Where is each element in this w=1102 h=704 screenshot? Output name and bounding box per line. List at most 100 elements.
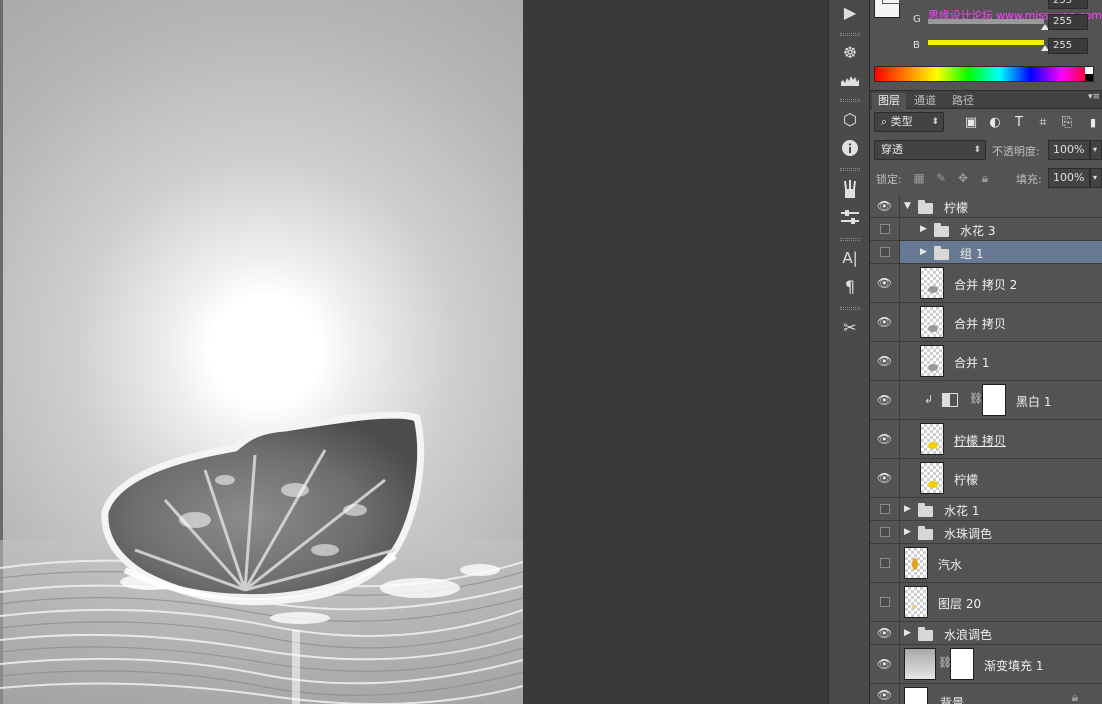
layer-row[interactable]: 👁︎ 合并 1 (870, 342, 1102, 381)
eye-icon[interactable]: 👁︎ (870, 381, 900, 419)
eye-icon[interactable]: 👁︎ (870, 303, 900, 341)
eye-icon[interactable]: 👁︎ (870, 342, 900, 380)
tab-layers[interactable]: 图层 (872, 93, 906, 109)
slider-b-value[interactable]: 255 (1048, 38, 1088, 54)
document-canvas[interactable] (0, 0, 523, 704)
visibility-off-box[interactable] (870, 218, 900, 240)
layer-row[interactable]: 👁︎ ↲ ⛓︎ 黑白 1 (870, 381, 1102, 420)
layer-name[interactable]: 水珠调色 (944, 525, 992, 542)
layer-thumbnail (920, 462, 944, 494)
fill-field[interactable]: 100% (1048, 168, 1090, 188)
layer-row-selected[interactable]: ▶ 组 1 (870, 241, 1102, 264)
layer-name[interactable]: 背景 (940, 694, 964, 704)
filter-toggle-icon[interactable]: ▮ (1084, 113, 1102, 131)
visibility-off-box[interactable] (870, 521, 900, 543)
expand-triangle-icon[interactable]: ▶ (904, 628, 911, 638)
lock-all-icon[interactable]: 🔒︎ (978, 171, 992, 185)
opacity-field[interactable]: 100% (1048, 140, 1090, 160)
background-color-swatch[interactable] (882, 0, 900, 4)
panel-grip[interactable] (840, 168, 860, 171)
layer-name[interactable]: 水浪调色 (944, 626, 992, 643)
filter-adjustment-icon[interactable]: ◐ (986, 113, 1004, 131)
layer-row[interactable]: 👁︎ ▼ 柠檬 (870, 195, 1102, 218)
eye-icon[interactable]: 👁︎ (870, 420, 900, 458)
layer-row[interactable]: 👁︎ ⛓︎ 渐变填充 1 (870, 645, 1102, 684)
visibility-off-box[interactable] (870, 241, 900, 263)
layer-name[interactable]: 黑白 1 (1016, 393, 1051, 410)
layer-row[interactable]: 👁︎ 合并 拷贝 2 (870, 264, 1102, 303)
panel-grip[interactable] (840, 99, 860, 102)
layer-mask-thumbnail[interactable] (950, 648, 974, 680)
opacity-dropdown-icon[interactable]: ▾ (1090, 140, 1102, 160)
layer-row[interactable]: 👁︎ 柠檬 (870, 459, 1102, 498)
expand-triangle-icon[interactable]: ▶ (904, 504, 911, 514)
ship-wheel-icon[interactable]: ☸ (838, 40, 862, 64)
eye-icon[interactable]: 👁︎ (870, 645, 900, 683)
eye-icon[interactable]: 👁︎ (870, 264, 900, 302)
slider-g-value[interactable]: 255 (1048, 14, 1088, 30)
panel-grip[interactable] (840, 238, 860, 241)
visibility-off-box[interactable] (870, 583, 900, 621)
filter-pixel-icon[interactable]: ▣ (962, 113, 980, 131)
layer-name[interactable]: 水花 3 (960, 222, 995, 239)
lock-pixels-icon[interactable]: ✎ (934, 171, 948, 185)
layer-row[interactable]: 图层 20 (870, 583, 1102, 622)
layer-name[interactable]: 柠檬 拷贝 (954, 432, 1006, 449)
panel-grip[interactable] (840, 33, 860, 36)
lock-position-icon[interactable]: ✥ (956, 171, 970, 185)
eye-icon[interactable]: 👁︎ (870, 195, 900, 217)
expand-triangle-icon[interactable]: ▶ (920, 224, 927, 234)
lock-transparent-icon[interactable]: ▦ (912, 171, 926, 185)
layer-row[interactable]: ▶ 水花 1 (870, 498, 1102, 521)
tab-paths[interactable]: 路径 (946, 93, 980, 109)
panel-menu-icon[interactable]: ▾≡ (1088, 92, 1100, 102)
layer-row[interactable]: 👁︎ 合并 拷贝 (870, 303, 1102, 342)
3d-cube-icon[interactable]: ⬡ (838, 107, 862, 131)
filter-kind-dropdown[interactable]: ⌕ 类型 ⬍ (874, 112, 944, 132)
blend-mode-dropdown[interactable]: 穿透 ⬍ (874, 140, 986, 160)
layer-row[interactable]: 👁︎ ▶ 水浪调色 (870, 622, 1102, 645)
layer-name[interactable]: 柠檬 (944, 199, 968, 216)
slider-g-track[interactable] (928, 19, 1044, 24)
info-icon[interactable] (838, 136, 862, 160)
layer-name[interactable]: 汽水 (938, 556, 962, 573)
brush-presets-icon[interactable] (838, 177, 862, 201)
expand-triangle-icon[interactable]: ▶ (920, 247, 927, 257)
histogram-icon[interactable] (838, 68, 862, 92)
layer-name[interactable]: 水花 1 (944, 502, 979, 519)
visibility-off-box[interactable] (870, 544, 900, 582)
expand-triangle-icon[interactable]: ▶ (904, 527, 911, 537)
fill-dropdown-icon[interactable]: ▾ (1090, 168, 1102, 188)
layer-row[interactable]: 👁︎ 柠檬 拷贝 (870, 420, 1102, 459)
filter-shape-icon[interactable]: ⌗ (1034, 113, 1052, 131)
layer-name[interactable]: 渐变填充 1 (984, 657, 1043, 674)
filter-smart-object-icon[interactable]: ⎘ (1058, 113, 1076, 131)
filter-type-icon[interactable]: T (1010, 113, 1028, 131)
character-icon[interactable]: A| (838, 246, 862, 270)
play-icon[interactable]: ▶ (838, 0, 862, 24)
layer-row[interactable]: ▶ 水花 3 (870, 218, 1102, 241)
eye-icon[interactable]: 👁︎ (870, 684, 900, 704)
layer-name[interactable]: 柠檬 (954, 471, 978, 488)
tool-presets-icon[interactable]: ✂ (838, 315, 862, 339)
visibility-off-box[interactable] (870, 498, 900, 520)
layer-row[interactable]: 汽水 (870, 544, 1102, 583)
layer-name[interactable]: 合并 拷贝 (954, 315, 1006, 332)
layer-name[interactable]: 组 1 (960, 245, 983, 262)
panel-grip[interactable] (840, 307, 860, 310)
color-spectrum-bar[interactable] (874, 66, 1094, 82)
sliders-icon[interactable] (838, 205, 862, 229)
layer-row[interactable]: ▶ 水珠调色 (870, 521, 1102, 544)
tab-channels[interactable]: 通道 (908, 93, 942, 109)
slider-b-track[interactable] (928, 40, 1044, 45)
paragraph-icon[interactable]: ¶ (838, 274, 862, 298)
eye-icon[interactable]: 👁︎ (870, 622, 900, 644)
layer-name[interactable]: 图层 20 (938, 595, 981, 612)
layer-mask-thumbnail[interactable] (982, 384, 1006, 416)
eye-icon[interactable]: 👁︎ (870, 459, 900, 497)
layer-row[interactable]: 👁︎ 背景 🔒︎ (870, 684, 1102, 704)
expand-triangle-open-icon[interactable]: ▼ (904, 201, 911, 211)
layer-name[interactable]: 合并 1 (954, 354, 989, 371)
layer-name[interactable]: 合并 拷贝 2 (954, 276, 1017, 293)
link-chain-icon[interactable]: ⛓︎ (969, 392, 983, 405)
